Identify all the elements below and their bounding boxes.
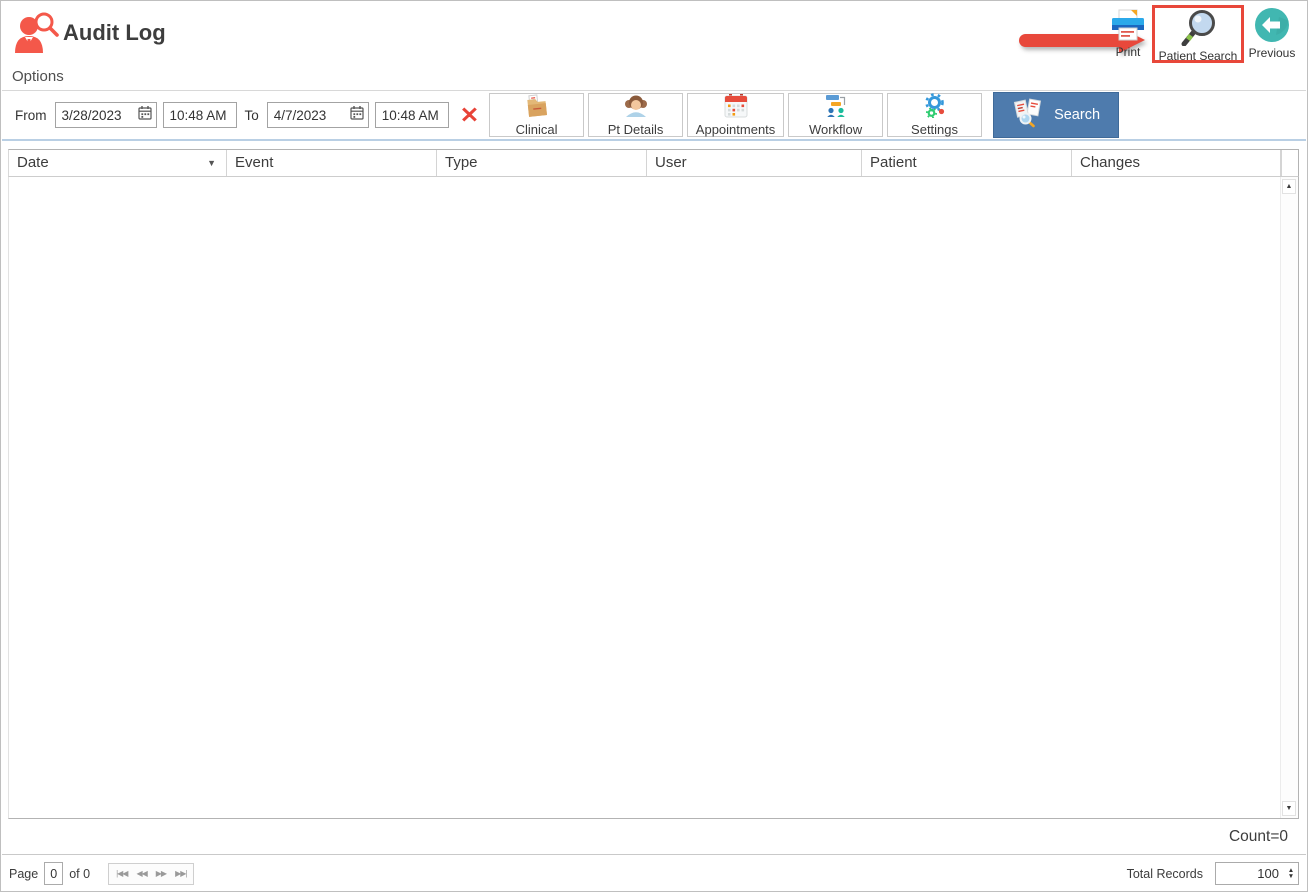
print-button[interactable]: Print bbox=[1105, 9, 1151, 59]
previous-label: Previous bbox=[1248, 46, 1296, 60]
menu-bar: Options bbox=[2, 63, 1306, 91]
patient-search-label: Patient Search bbox=[1158, 49, 1238, 63]
to-label: To bbox=[244, 107, 259, 123]
to-time-field[interactable] bbox=[374, 102, 449, 128]
calendar-icon[interactable] bbox=[137, 105, 152, 125]
documents-magnifier-icon bbox=[1012, 98, 1044, 132]
magnifier-icon bbox=[1155, 9, 1241, 49]
flowchart-people-icon bbox=[823, 93, 849, 121]
total-records-input[interactable] bbox=[1216, 863, 1284, 884]
printer-icon bbox=[1105, 9, 1151, 45]
search-label: Search bbox=[1054, 107, 1101, 123]
column-header-event[interactable]: Event bbox=[227, 150, 437, 176]
column-header-date[interactable]: Date ▼ bbox=[9, 150, 227, 176]
status-bar: Page of 0 |◀◀ ◀◀ ▶▶ ▶▶| Total Records ▲ … bbox=[2, 856, 1306, 891]
column-header-type[interactable]: Type bbox=[437, 150, 647, 176]
left-arrow-circle-icon bbox=[1244, 7, 1300, 46]
page-label: Page bbox=[9, 866, 39, 881]
settings-button[interactable]: Settings bbox=[887, 93, 983, 137]
table-header-row: Date ▼ Event Type User Patient Changes bbox=[8, 149, 1299, 177]
clinical-label: Clinical bbox=[515, 122, 558, 137]
from-date-input[interactable] bbox=[59, 107, 138, 123]
vertical-scrollbar[interactable]: ▲ ▼ bbox=[1280, 177, 1298, 818]
column-header-changes[interactable]: Changes bbox=[1072, 150, 1281, 176]
calendar-icon[interactable] bbox=[350, 105, 364, 125]
total-records-spinner[interactable]: ▲ ▼ bbox=[1215, 862, 1299, 885]
previous-button[interactable]: Previous bbox=[1244, 7, 1300, 60]
pt-details-label: Pt Details bbox=[607, 122, 664, 137]
to-date-field[interactable] bbox=[266, 102, 369, 128]
workflow-label: Workflow bbox=[808, 122, 863, 137]
window-header: Audit Log Print Patient Search Previous bbox=[1, 1, 1307, 63]
clear-dates-icon[interactable]: ✕ bbox=[460, 102, 479, 128]
pt-details-button[interactable]: Pt Details bbox=[588, 93, 684, 137]
sort-caret-icon[interactable]: ▼ bbox=[207, 150, 216, 176]
count-row: Count=0 bbox=[2, 819, 1306, 855]
count-text: Count=0 bbox=[1228, 828, 1288, 845]
appointments-button[interactable]: Appointments bbox=[687, 93, 785, 137]
from-time-input[interactable] bbox=[167, 107, 232, 123]
settings-label: Settings bbox=[911, 122, 959, 137]
scroll-down-button[interactable]: ▼ bbox=[1282, 801, 1296, 816]
folder-icon bbox=[524, 93, 550, 121]
header-scrollbar-spacer bbox=[1281, 150, 1298, 176]
spin-down-icon[interactable]: ▼ bbox=[1288, 873, 1294, 880]
filter-bar: From To bbox=[2, 91, 1306, 141]
appointments-label: Appointments bbox=[695, 122, 776, 137]
audit-log-app-icon bbox=[13, 11, 61, 55]
page-of-label: of 0 bbox=[69, 866, 91, 881]
spinner-arrows: ▲ ▼ bbox=[1284, 863, 1298, 884]
column-header-patient[interactable]: Patient bbox=[862, 150, 1072, 176]
from-time-field[interactable] bbox=[162, 102, 237, 128]
from-date-field[interactable] bbox=[54, 102, 157, 128]
print-label: Print bbox=[1115, 45, 1141, 59]
workflow-button[interactable]: Workflow bbox=[788, 93, 884, 137]
page-navigation: |◀◀ ◀◀ ▶▶ ▶▶| bbox=[108, 862, 195, 885]
audit-log-window: Audit Log Print Patient Search Previous … bbox=[0, 0, 1308, 892]
scroll-up-button[interactable]: ▲ bbox=[1282, 179, 1296, 194]
from-label: From bbox=[15, 107, 47, 123]
calendar-grid-icon bbox=[723, 93, 749, 121]
search-button[interactable]: Search bbox=[993, 92, 1120, 138]
table-body-empty: ▲ ▼ bbox=[8, 177, 1299, 819]
total-records-label: Total Records bbox=[1126, 866, 1203, 881]
gears-icon bbox=[922, 93, 948, 121]
next-page-button[interactable]: ▶▶ bbox=[156, 864, 167, 884]
clinical-button[interactable]: Clinical bbox=[489, 93, 585, 137]
previous-page-button[interactable]: ◀◀ bbox=[136, 864, 147, 884]
audit-log-table: Date ▼ Event Type User Patient Changes ▲ bbox=[8, 149, 1299, 819]
to-time-input[interactable] bbox=[379, 107, 444, 123]
page-number-input[interactable] bbox=[44, 862, 64, 885]
page-title: Audit Log bbox=[63, 20, 166, 45]
person-icon bbox=[623, 93, 649, 121]
menu-options[interactable]: Options bbox=[2, 63, 74, 90]
patient-search-button[interactable]: Patient Search bbox=[1152, 5, 1244, 63]
first-page-button[interactable]: |◀◀ bbox=[116, 864, 128, 884]
last-page-button[interactable]: ▶▶| bbox=[175, 864, 187, 884]
column-header-user[interactable]: User bbox=[647, 150, 862, 176]
to-date-input[interactable] bbox=[271, 107, 350, 123]
